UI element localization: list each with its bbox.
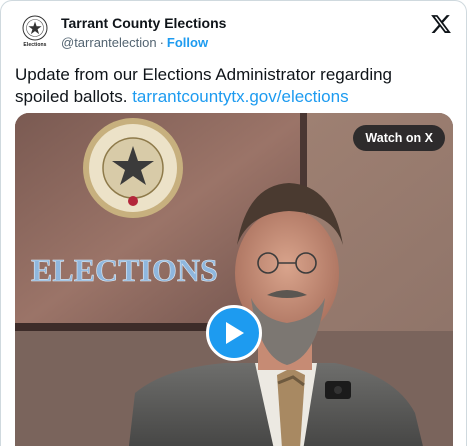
account-names: Tarrant County Elections @tarrantelectio… (61, 14, 226, 52)
watch-on-x-button[interactable]: Watch on X (353, 125, 445, 151)
video-media[interactable]: ELECTIONS Watch on X (15, 113, 453, 446)
avatar[interactable]: Elections (15, 11, 55, 51)
handle-row: @tarrantelection · Follow (61, 34, 226, 52)
tweet-link[interactable]: tarrantcountytx.gov/elections (132, 87, 348, 106)
county-seal-icon (22, 15, 48, 40)
account-handle[interactable]: @tarrantelection (61, 35, 157, 50)
video-thumbnail: ELECTIONS (15, 113, 453, 446)
play-button[interactable] (206, 305, 262, 361)
sign-text: ELECTIONS (31, 252, 218, 288)
account-display-name[interactable]: Tarrant County Elections (61, 14, 226, 32)
play-icon (226, 322, 244, 344)
avatar-label: Elections (23, 41, 47, 48)
tweet-header: Elections Tarrant County Elections @tarr… (15, 11, 452, 55)
tweet-text: Update from our Elections Administrator … (15, 64, 435, 108)
x-logo-icon[interactable] (430, 13, 452, 35)
follow-button[interactable]: Follow (167, 35, 208, 50)
tweet-embed-card: Elections Tarrant County Elections @tarr… (0, 0, 467, 446)
separator-dot: · (159, 35, 164, 50)
